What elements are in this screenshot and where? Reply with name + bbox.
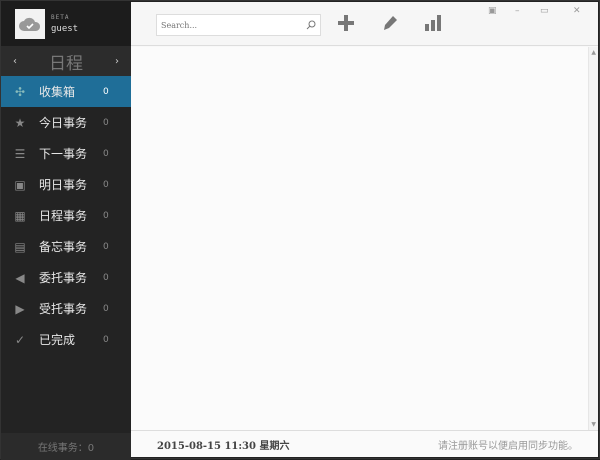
status-bar: 2015-08-15 11:30 星期六 请注册账号以便启用同步功能。 <box>131 430 598 457</box>
scroll-up-icon[interactable]: ▲ <box>591 49 596 56</box>
task-list-area: ▲ ▼ <box>131 47 598 430</box>
sidebar-item-count: 0 <box>103 179 109 190</box>
minimize-icon[interactable]: – <box>515 6 520 16</box>
sidebar-item-label: 今日事务 <box>39 116 88 130</box>
sidebar-item-count: 0 <box>103 86 109 97</box>
sidebar-item-count: 0 <box>103 272 109 283</box>
search-icon[interactable] <box>306 20 316 30</box>
star-icon: ★ <box>14 115 26 130</box>
puzzle-icon: ✣ <box>14 84 26 99</box>
sidebar-item-count: 0 <box>103 117 109 128</box>
sidebar-item[interactable]: ▶ 受托事务 0 <box>1 293 131 324</box>
sidebar-item-label: 收集箱 <box>39 85 76 99</box>
sidebar-item-label: 日程事务 <box>39 209 88 223</box>
sidebar-item[interactable]: ▣ 明日事务 0 <box>1 169 131 200</box>
search-box <box>156 14 321 36</box>
sidebar-item[interactable]: ◀ 委托事务 0 <box>1 262 131 293</box>
cloud-icon <box>19 17 41 31</box>
sidebar-item-label: 委托事务 <box>39 271 88 285</box>
maximize-icon[interactable]: ▭ <box>540 6 549 16</box>
scrollbar[interactable]: ▲ ▼ <box>588 47 598 430</box>
check-icon: ✓ <box>14 332 26 347</box>
sidebar-item-label: 下一事务 <box>39 147 88 161</box>
online-tasks-count: 在线事务：0 <box>1 433 131 460</box>
sidebar-item[interactable]: ✓ 已完成 0 <box>1 324 131 355</box>
stats-icon[interactable] <box>424 14 442 32</box>
sidebar-item-label: 受托事务 <box>39 302 88 316</box>
sidebar-item-count: 0 <box>103 334 109 345</box>
list-icon: ☰ <box>14 146 26 161</box>
sidebar-item-label: 明日事务 <box>39 178 88 192</box>
next-button[interactable]: › <box>115 56 119 67</box>
sidebar-item-count: 0 <box>103 241 109 252</box>
edit-icon[interactable] <box>381 14 399 32</box>
mini-mode-icon[interactable]: ▣ <box>488 6 497 16</box>
date-nav: ‹ 日程 › <box>1 46 131 76</box>
close-icon[interactable]: ✕ <box>573 6 581 16</box>
sidebar-item-count: 0 <box>103 210 109 221</box>
memo-icon: ▤ <box>14 239 26 254</box>
app-window: BETA guest ‹ 日程 › ✣ 收集箱 0 ★ 今日事务 0 ☰ 下一事务 0 ▣ 明日事务… <box>0 0 600 460</box>
beta-badge: BETA <box>51 13 70 21</box>
calendar-next-icon: ▣ <box>14 177 26 192</box>
sidebar-item-count: 0 <box>103 303 109 314</box>
sidebar: BETA guest ‹ 日程 › ✣ 收集箱 0 ★ 今日事务 0 ☰ 下一事务 0 ▣ 明日事务… <box>1 1 131 460</box>
send-icon: ◀ <box>15 270 25 285</box>
toolbar: ▣ – ▭ ✕ <box>131 2 598 46</box>
sidebar-item[interactable]: ✣ 收集箱 0 <box>1 76 131 107</box>
sidebar-item[interactable]: ☰ 下一事务 0 <box>1 138 131 169</box>
nav-title: 日程 <box>49 53 83 74</box>
calendar-icon: ▦ <box>14 208 26 223</box>
register-link[interactable]: 请注册账号以便启用同步功能。 <box>438 437 578 452</box>
main-panel: ▣ – ▭ ✕ ▲ ▼ 2015-08-15 11:30 星期六 请注册账号以便… <box>131 2 598 457</box>
sidebar-item[interactable]: ★ 今日事务 0 <box>1 107 131 138</box>
sidebar-item-count: 0 <box>103 148 109 159</box>
scroll-down-icon[interactable]: ▼ <box>591 421 596 428</box>
sidebar-item[interactable]: ▤ 备忘事务 0 <box>1 231 131 262</box>
prev-button[interactable]: ‹ <box>13 56 17 67</box>
sidebar-item-label: 已完成 <box>39 333 76 347</box>
search-input[interactable] <box>161 20 306 30</box>
receive-icon: ▶ <box>15 301 25 316</box>
username[interactable]: guest <box>51 24 78 34</box>
sidebar-item[interactable]: ▦ 日程事务 0 <box>1 200 131 231</box>
add-icon[interactable] <box>337 14 355 32</box>
sidebar-item-label: 备忘事务 <box>39 240 88 254</box>
avatar[interactable] <box>15 8 45 39</box>
current-datetime: 2015-08-15 11:30 星期六 <box>157 440 290 452</box>
profile: BETA guest <box>1 1 131 46</box>
